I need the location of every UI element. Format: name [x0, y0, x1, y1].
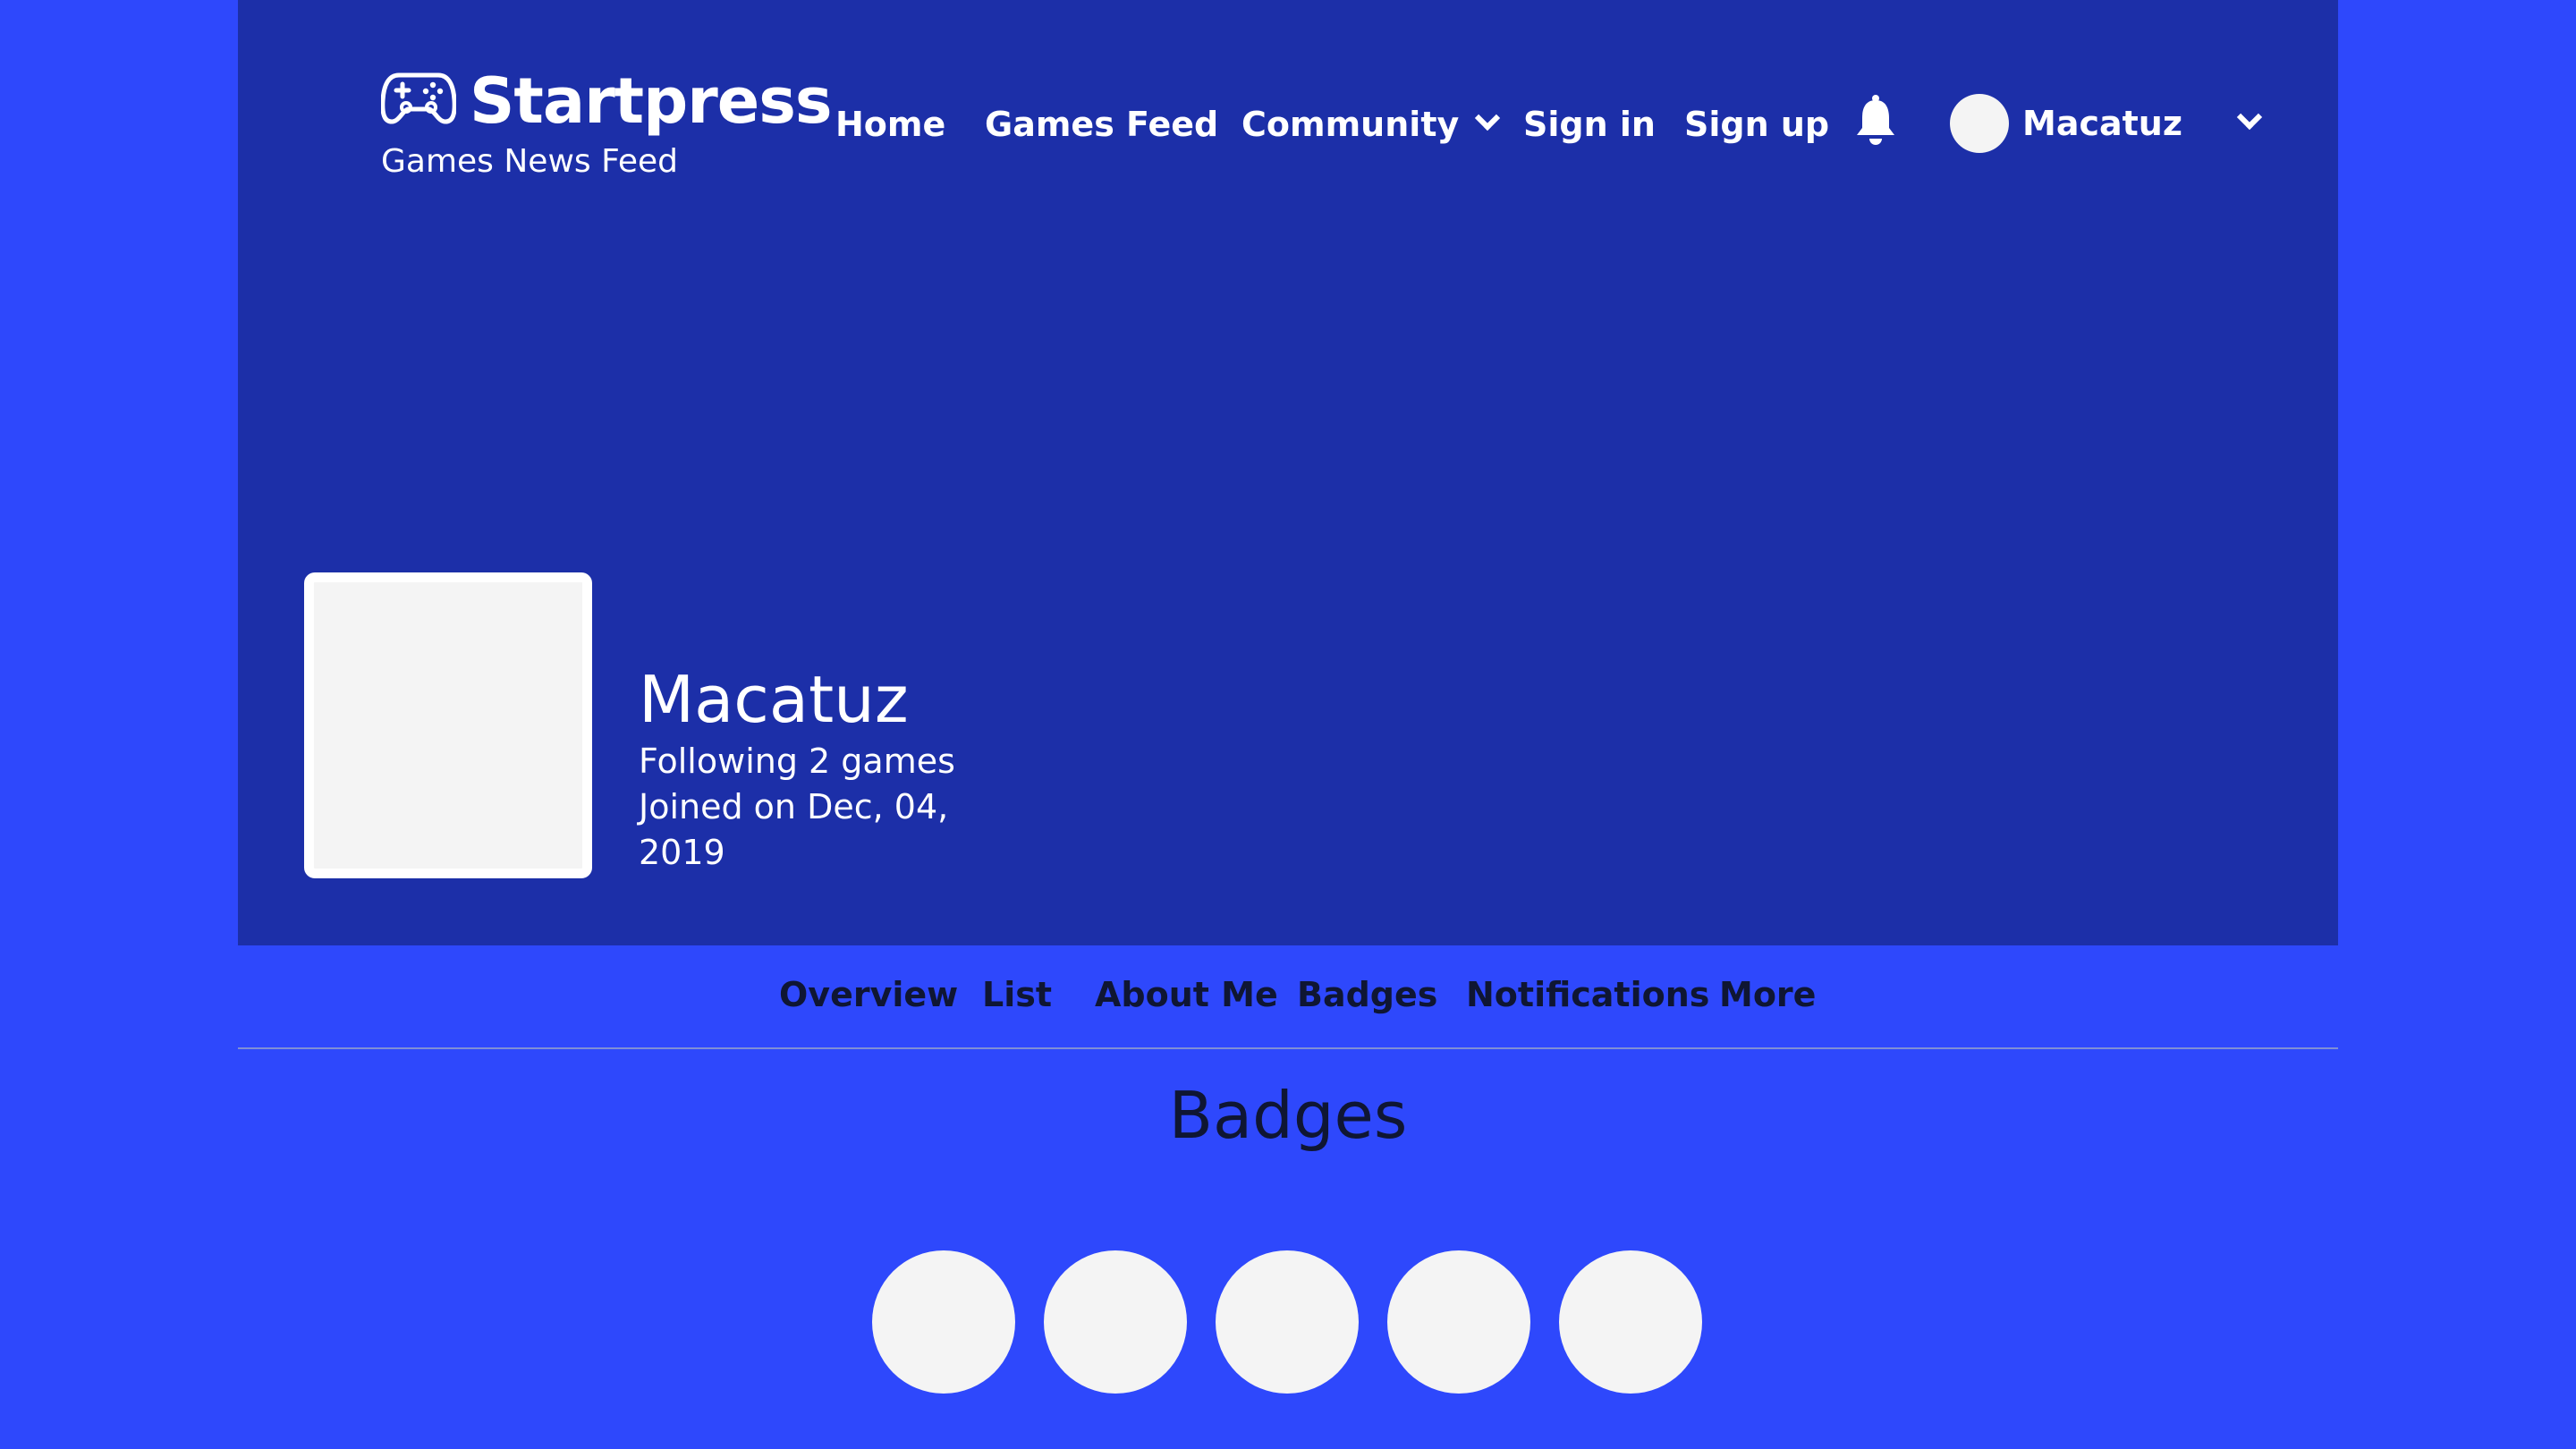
- badge[interactable]: [1044, 1250, 1187, 1394]
- badge[interactable]: [1559, 1250, 1702, 1394]
- nav-games-feed-link[interactable]: Games Feed: [985, 102, 1218, 147]
- brand-name: Startpress: [470, 64, 833, 138]
- badge[interactable]: [872, 1250, 1015, 1394]
- profile-avatar: [304, 572, 592, 878]
- chevron-down-icon: [1475, 105, 1501, 131]
- chevron-down-icon: [2236, 104, 2263, 131]
- nav-sign-in-link[interactable]: Sign in: [1523, 102, 1656, 147]
- badge[interactable]: [1216, 1250, 1359, 1394]
- profile-joined: Joined on Dec, 04, 2019: [639, 787, 949, 872]
- badge-list: [872, 1250, 1704, 1394]
- tab-list[interactable]: List: [982, 972, 1052, 1017]
- profile-hero: Startpress Games News Feed Home Games Fe…: [238, 0, 2338, 945]
- bell-icon[interactable]: [1853, 94, 1898, 146]
- gamepad-icon: [381, 72, 456, 124]
- user-menu-name: Macatuz: [2022, 104, 2182, 143]
- nav-community-dropdown[interactable]: Community: [1241, 102, 1501, 147]
- tab-overview[interactable]: Overview: [779, 972, 958, 1017]
- tab-more[interactable]: More: [1719, 972, 1816, 1017]
- nav-home-link[interactable]: Home: [835, 102, 945, 147]
- badge[interactable]: [1387, 1250, 1530, 1394]
- avatar: [1950, 94, 2009, 153]
- section-title: Badges: [1168, 1078, 1408, 1153]
- nav-community-label: Community: [1241, 105, 1460, 144]
- tab-notifications[interactable]: Notifications: [1466, 972, 1709, 1017]
- tab-about-me[interactable]: About Me: [1095, 972, 1278, 1017]
- nav-sign-up-link[interactable]: Sign up: [1684, 102, 1829, 147]
- tab-badges[interactable]: Badges: [1297, 972, 1437, 1017]
- profile-tabs: Overview List About Me Badges Notificati…: [238, 945, 2338, 1049]
- profile-name: Macatuz: [639, 662, 909, 737]
- brand-tagline: Games News Feed: [381, 143, 678, 180]
- profile-following: Following 2 games: [639, 741, 955, 781]
- profile-info: Macatuz Following 2 games Joined on Dec,…: [639, 660, 979, 876]
